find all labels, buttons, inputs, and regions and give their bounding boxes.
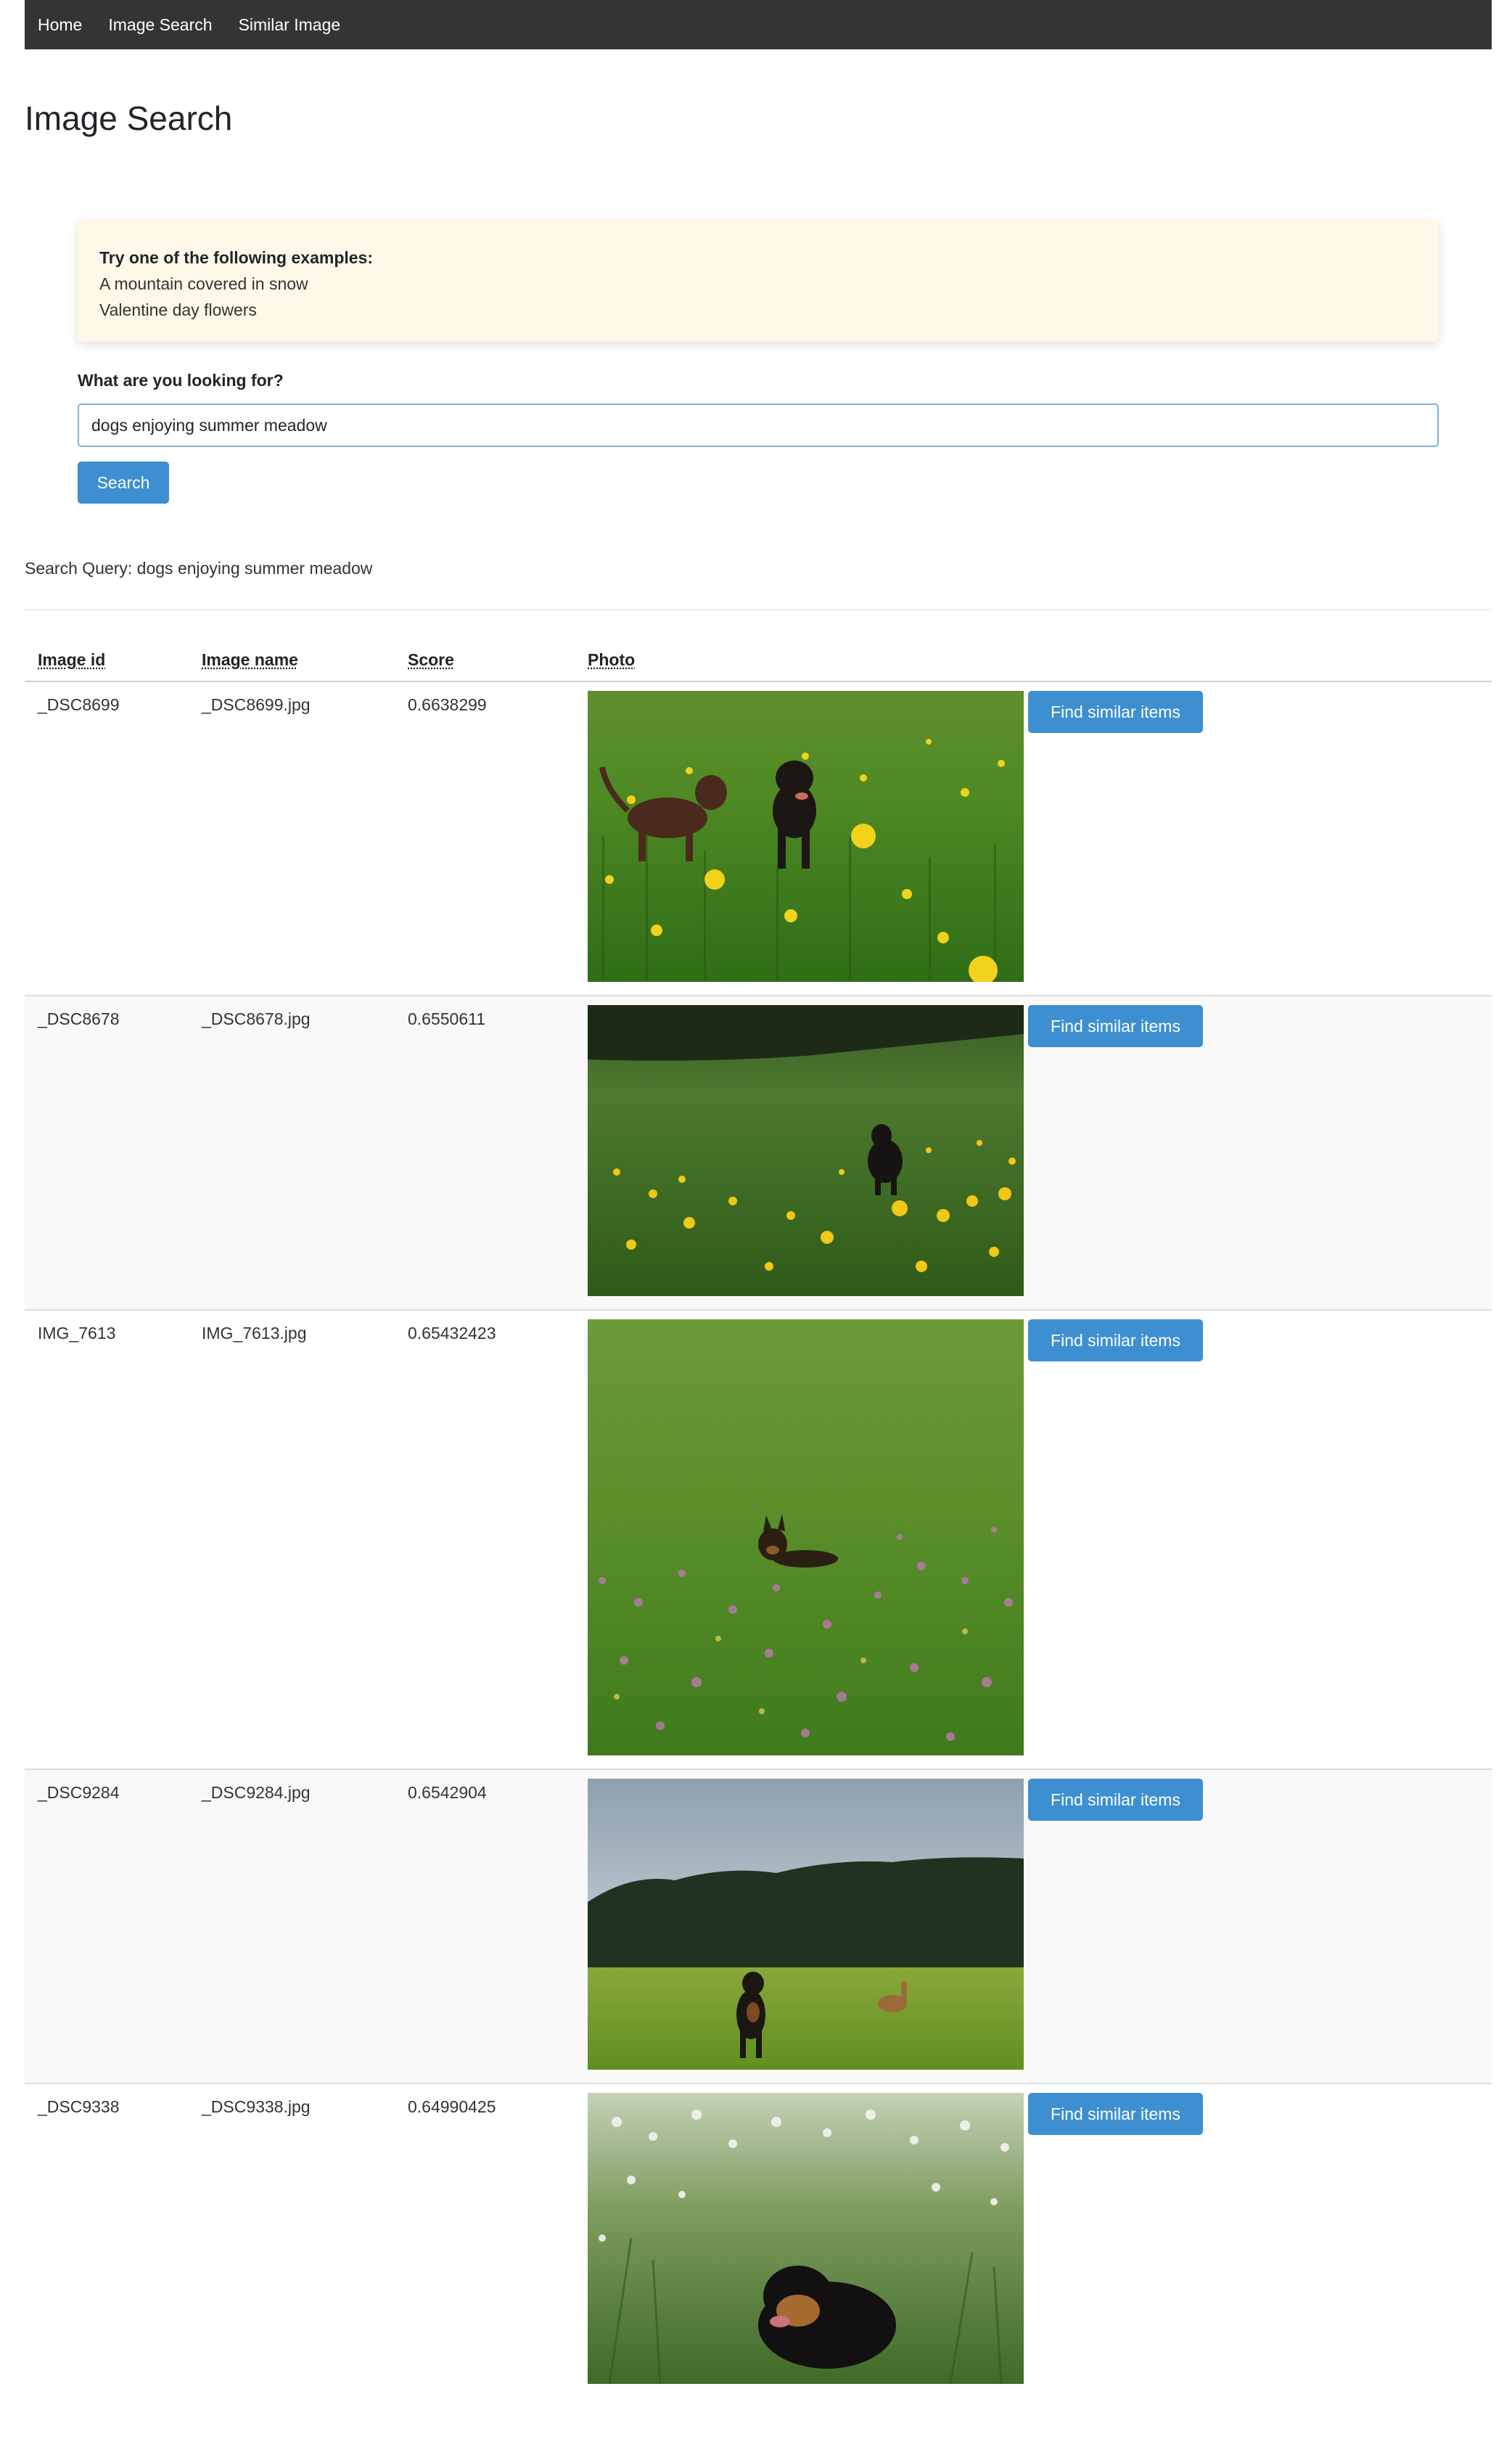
table-row: IMG_7613 IMG_7613.jpg 0.65432423 Find si… — [25, 1310, 1492, 1770]
table-row: _DSC8699 _DSC8699.jpg 0.6638299 Find sim… — [25, 681, 1492, 996]
cell-image-name: _DSC9338.jpg — [202, 2097, 311, 2116]
nav-link-similar-image[interactable]: Similar Image — [239, 15, 341, 35]
cell-image-id: _DSC8699 — [25, 681, 189, 996]
cell-score: 0.6638299 — [395, 681, 575, 996]
search-input[interactable] — [78, 403, 1439, 447]
cell-image-name: IMG_7613.jpg — [189, 1310, 395, 1770]
find-similar-button[interactable]: Find similar items — [1028, 691, 1203, 733]
top-navbar: Home Image Search Similar Image — [25, 0, 1492, 49]
page-title: Image Search — [25, 99, 233, 137]
cell-score: 0.6550611 — [395, 996, 575, 1311]
photo-dogs-in-green-field — [588, 1779, 1024, 2070]
search-label: What are you looking for? — [78, 371, 284, 390]
cell-photo: Find similar items — [575, 1769, 1492, 2084]
cell-image-id: _DSC9338 — [38, 2097, 120, 2116]
divider — [25, 609, 1492, 610]
cell-image-id: _DSC8678 — [25, 996, 189, 1311]
search-button[interactable]: Search — [78, 462, 169, 504]
nav-link-image-search[interactable]: Image Search — [108, 15, 212, 35]
table-header-row: Image id Image name Score Photo — [25, 639, 1492, 682]
example-item-mountain[interactable]: A mountain covered in snow — [99, 271, 1417, 297]
table-row: _DSC9284 _DSC9284.jpg 0.6542904 Find sim… — [25, 1769, 1492, 2084]
photo-shepherd-in-pink-flower-meadow — [588, 1319, 1024, 1755]
cell-image-id: IMG_7613 — [25, 1310, 189, 1770]
photo-dog-in-meadow-forest-edge — [588, 1005, 1024, 1296]
results-table: Image id Image name Score Photo _DSC8699… — [25, 639, 1492, 2397]
header-image-name[interactable]: Image name — [189, 639, 395, 682]
header-image-id[interactable]: Image id — [25, 639, 189, 682]
find-similar-button[interactable]: Find similar items — [1028, 1319, 1203, 1361]
example-item-flowers[interactable]: Valentine day flowers — [99, 297, 1417, 323]
nav-link-home[interactable]: Home — [38, 15, 82, 35]
examples-heading: Try one of the following examples: — [99, 248, 373, 267]
cell-image-name: _DSC8678.jpg — [189, 996, 395, 1311]
cell-image-name: _DSC8699.jpg — [189, 681, 395, 996]
search-query-text: Search Query: dogs enjoying summer meado… — [25, 559, 373, 578]
cell-image-id: _DSC9284 — [25, 1769, 189, 2084]
table-row: _DSC9338 _DSC9338.jpg 0.64990425 Find si… — [25, 2083, 1492, 2397]
photo-dogs-in-flower-meadow — [588, 691, 1024, 982]
find-similar-button[interactable]: Find similar items — [1028, 2093, 1203, 2135]
find-similar-button[interactable]: Find similar items — [1028, 1005, 1203, 1047]
table-row: _DSC8678 _DSC8678.jpg 0.6550611 Find sim… — [25, 996, 1492, 1311]
cell-photo: Find similar items — [575, 2083, 1492, 2397]
examples-box: Try one of the following examples: A mou… — [78, 220, 1439, 342]
find-similar-button[interactable]: Find similar items — [1028, 1779, 1203, 1821]
cell-score: 0.6542904 — [395, 1769, 575, 2084]
cell-photo: Find similar items — [575, 996, 1492, 1311]
header-score[interactable]: Score — [395, 639, 575, 682]
cell-image-name: _DSC9284.jpg — [189, 1769, 395, 2084]
photo-dog-lying-in-grass — [588, 2093, 1024, 2384]
header-photo[interactable]: Photo — [575, 639, 1492, 682]
cell-score: 0.64990425 — [408, 2097, 496, 2116]
cell-photo: Find similar items — [575, 681, 1492, 996]
cell-photo: Find similar items — [575, 1310, 1492, 1770]
cell-score: 0.65432423 — [395, 1310, 575, 1770]
